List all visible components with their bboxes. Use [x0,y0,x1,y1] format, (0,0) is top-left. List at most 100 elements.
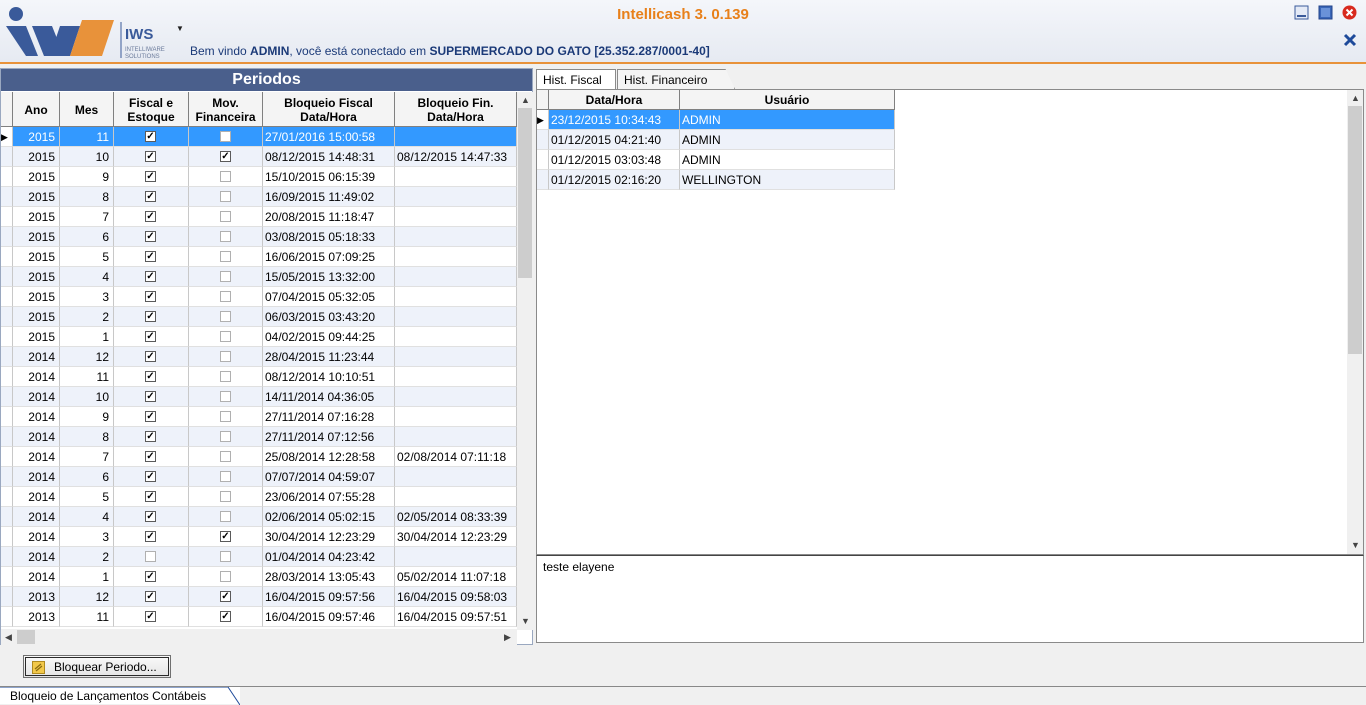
table-row[interactable]: 2015 7 ✓ 20/08/2015 11:18:47 [1,207,517,227]
financeira-checkbox[interactable] [220,191,231,202]
fiscal-checkbox[interactable]: ✓ [145,171,156,182]
fiscal-checkbox[interactable]: ✓ [145,151,156,162]
financeira-checkbox[interactable] [220,251,231,262]
financeira-checkbox[interactable] [220,271,231,282]
col-data-hora[interactable]: Data/Hora [549,90,680,110]
col-mov-financeira[interactable]: Mov. Financeira [189,92,263,127]
fiscal-checkbox[interactable]: ✓ [145,331,156,342]
row-indicator[interactable] [1,187,13,207]
maximize-icon[interactable] [1318,5,1333,20]
fiscal-checkbox[interactable]: ✓ [145,531,156,542]
row-indicator[interactable] [1,227,13,247]
table-row[interactable]: 2013 11 ✓ ✓ 16/04/2015 09:57:46 16/04/2015 09… [1,607,517,627]
col-fiscal-estoque[interactable]: Fiscal e Estoque [114,92,189,127]
notes-textarea[interactable]: teste elayene [536,555,1364,643]
table-row[interactable]: 2015 9 ✓ 15/10/2015 06:15:39 [1,167,517,187]
col-ano[interactable]: Ano [13,92,60,127]
row-indicator[interactable] [537,150,549,170]
fiscal-checkbox[interactable]: ✓ [145,271,156,282]
fiscal-checkbox[interactable]: ✓ [145,471,156,482]
row-indicator[interactable]: ▶ [537,110,549,130]
fiscal-checkbox[interactable]: ✓ [145,351,156,362]
table-row[interactable]: 2015 6 ✓ 03/08/2015 05:18:33 [1,227,517,247]
tab-bloqueio-lancamentos[interactable]: Bloqueio de Lançamentos Contábeis [0,686,240,705]
row-indicator[interactable] [537,170,549,190]
table-row[interactable]: 2014 7 ✓ 25/08/2014 12:28:58 02/08/2014 07:1… [1,447,517,467]
fiscal-checkbox[interactable]: ✓ [145,131,156,142]
table-row[interactable]: 2014 3 ✓ ✓ 30/04/2014 12:23:29 30/04/2014 12:… [1,527,517,547]
scroll-down-icon[interactable]: ▼ [1351,540,1360,550]
fiscal-checkbox[interactable]: ✓ [145,431,156,442]
col-usuario[interactable]: Usuário [680,90,895,110]
row-indicator[interactable] [1,367,13,387]
row-indicator[interactable] [1,487,13,507]
row-indicator[interactable] [1,427,13,447]
fiscal-checkbox[interactable]: ✓ [145,371,156,382]
table-row[interactable]: 2015 10 ✓ ✓ 08/12/2015 14:48:31 08/12/2015 14… [1,147,517,167]
close-form-icon[interactable] [1342,32,1358,48]
scroll-down-icon[interactable]: ▼ [521,616,530,626]
fiscal-checkbox[interactable]: ✓ [145,231,156,242]
financeira-checkbox[interactable] [220,391,231,402]
fiscal-checkbox[interactable]: ✓ [145,311,156,322]
row-indicator[interactable] [1,407,13,427]
table-row[interactable]: 2015 3 ✓ 07/04/2015 05:32:05 [1,287,517,307]
historico-vertical-scrollbar[interactable]: ▲ ▼ [1347,90,1363,554]
financeira-checkbox[interactable] [220,451,231,462]
col-bloqueio-fiscal[interactable]: Bloqueio Fiscal Data/Hora [263,92,395,127]
row-indicator[interactable] [1,327,13,347]
row-indicator[interactable] [1,587,13,607]
financeira-checkbox[interactable] [220,371,231,382]
fiscal-checkbox[interactable] [145,551,156,562]
financeira-checkbox[interactable] [220,511,231,522]
financeira-checkbox[interactable]: ✓ [220,591,231,602]
row-indicator[interactable] [1,387,13,407]
row-indicator[interactable] [1,147,13,167]
row-indicator[interactable] [1,267,13,287]
table-row[interactable]: 2014 6 ✓ 07/07/2014 04:59:07 [1,467,517,487]
financeira-checkbox[interactable] [220,311,231,322]
fiscal-checkbox[interactable]: ✓ [145,211,156,222]
row-indicator[interactable] [1,167,13,187]
row-indicator[interactable] [1,547,13,567]
scroll-right-icon[interactable]: ▶ [504,632,511,643]
fiscal-checkbox[interactable]: ✓ [145,291,156,302]
col-mes[interactable]: Mes [60,92,114,127]
minimize-icon[interactable] [1294,5,1309,20]
table-row[interactable]: 01/12/2015 03:03:48 ADMIN [537,150,895,170]
col-bloqueio-fin[interactable]: Bloqueio Fin. Data/Hora [395,92,517,127]
row-indicator[interactable] [1,607,13,627]
row-indicator[interactable] [1,287,13,307]
logo-menu-caret-icon[interactable]: ▼ [176,24,184,33]
financeira-checkbox[interactable] [220,351,231,362]
table-row[interactable]: 2014 12 ✓ 28/04/2015 11:23:44 [1,347,517,367]
table-row[interactable]: 2015 5 ✓ 16/06/2015 07:09:25 [1,247,517,267]
row-indicator[interactable] [1,247,13,267]
financeira-checkbox[interactable]: ✓ [220,531,231,542]
financeira-checkbox[interactable] [220,211,231,222]
table-row[interactable]: 2015 1 ✓ 04/02/2015 09:44:25 [1,327,517,347]
tab-hist-fiscal[interactable]: Hist. Fiscal [536,69,616,90]
periodos-horizontal-scrollbar[interactable]: ◀ ▶ [1,629,517,645]
financeira-checkbox[interactable] [220,291,231,302]
financeira-checkbox[interactable] [220,471,231,482]
table-row[interactable]: 2014 9 ✓ 27/11/2014 07:16:28 [1,407,517,427]
row-indicator[interactable] [1,467,13,487]
close-icon[interactable] [1342,5,1357,20]
row-indicator[interactable]: ▶ [1,127,13,147]
row-indicator[interactable] [1,447,13,467]
bloquear-periodo-button[interactable]: Bloquear Periodo... [23,655,171,678]
periodos-vertical-scrollbar[interactable]: ▲ ▼ [517,92,533,630]
fiscal-checkbox[interactable]: ✓ [145,511,156,522]
row-indicator[interactable] [1,527,13,547]
fiscal-checkbox[interactable]: ✓ [145,611,156,622]
fiscal-checkbox[interactable]: ✓ [145,571,156,582]
scroll-up-icon[interactable]: ▲ [521,95,530,105]
financeira-checkbox[interactable] [220,571,231,582]
table-row[interactable]: 2014 4 ✓ 02/06/2014 05:02:15 02/05/2014 08:3… [1,507,517,527]
fiscal-checkbox[interactable]: ✓ [145,411,156,422]
table-row[interactable]: ▶ 23/12/2015 10:34:43 ADMIN [537,110,895,130]
table-row[interactable]: 2014 10 ✓ 14/11/2014 04:36:05 [1,387,517,407]
fiscal-checkbox[interactable]: ✓ [145,591,156,602]
financeira-checkbox[interactable] [220,131,231,142]
